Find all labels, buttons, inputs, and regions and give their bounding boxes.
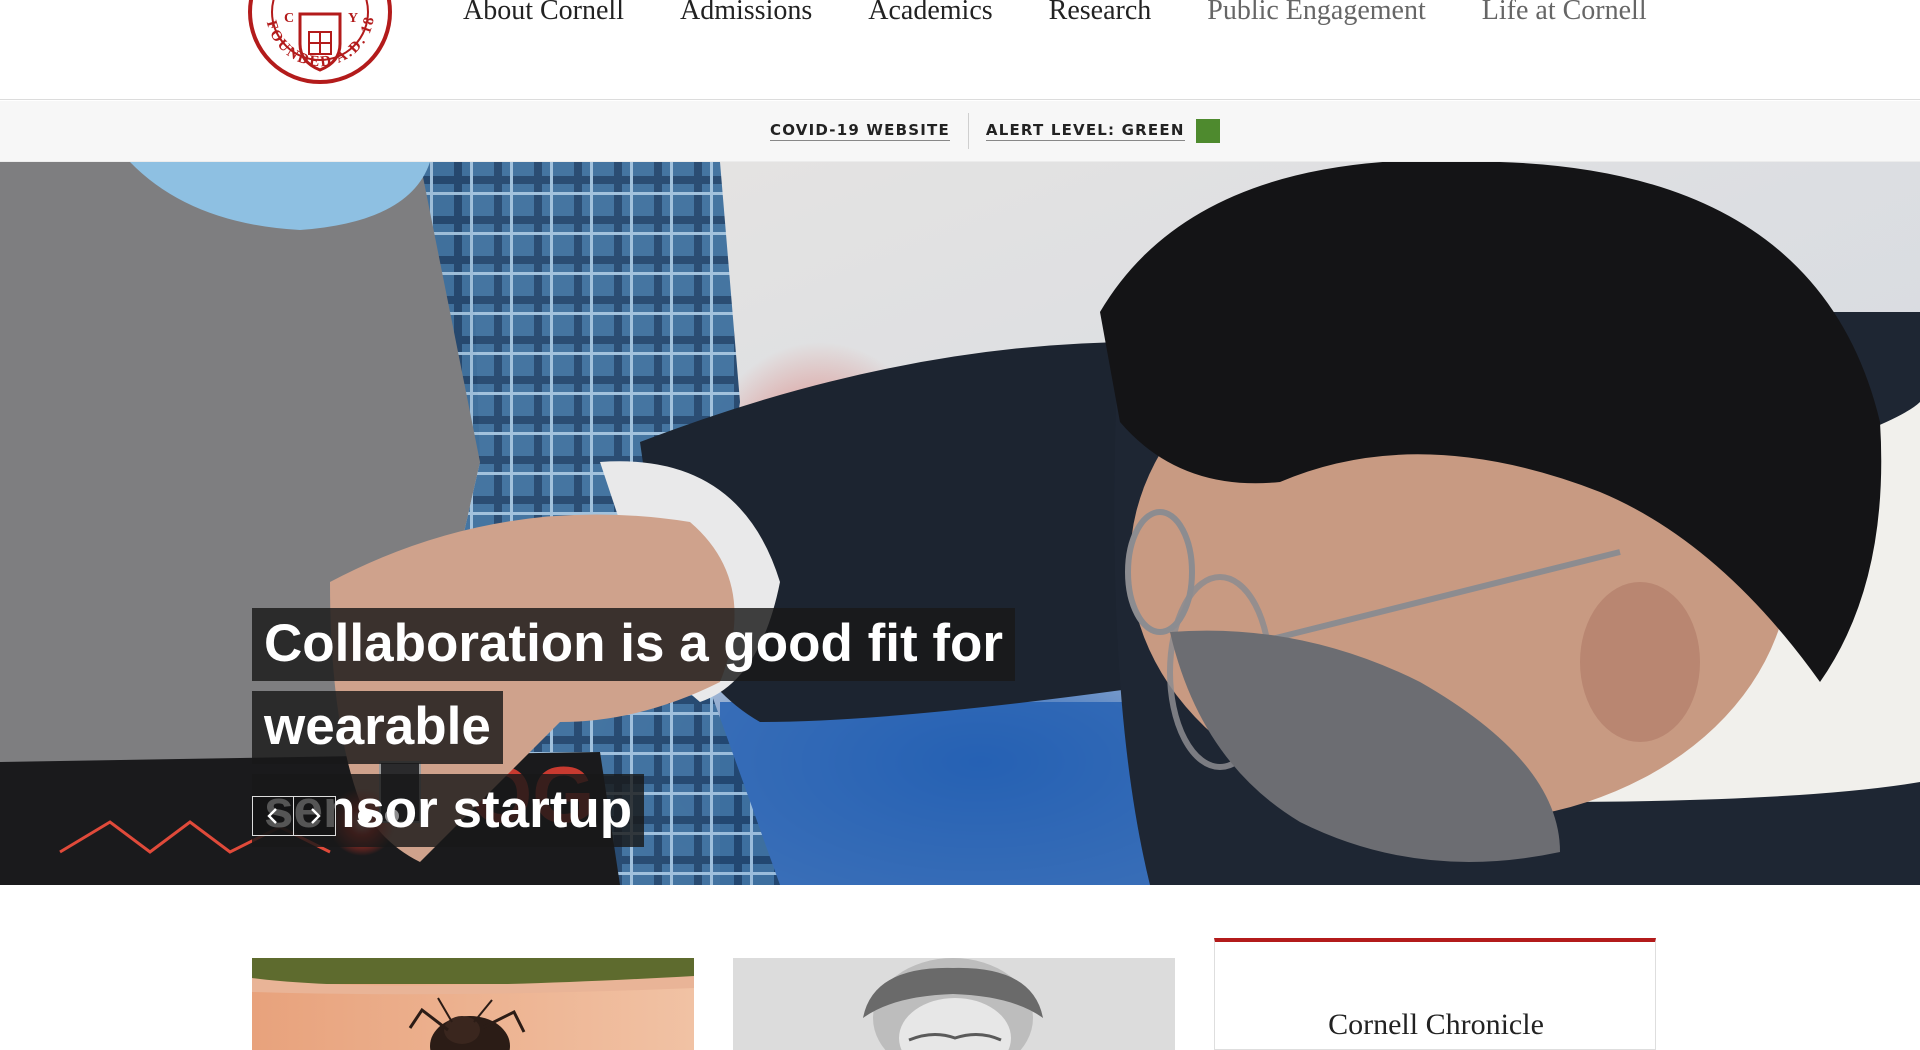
slideshow-controls (252, 796, 412, 836)
previous-slide-button[interactable] (252, 796, 294, 836)
slide-dots (358, 809, 412, 823)
chevron-right-icon (310, 808, 321, 824)
nav-academics[interactable]: Academics (868, 0, 992, 28)
news-card-portrait-image[interactable] (733, 958, 1175, 1050)
nav-life-at-cornell[interactable]: Life at Cornell (1482, 0, 1647, 28)
svg-text:C: C (284, 11, 294, 26)
chevron-left-icon (267, 808, 277, 824)
alert-divider (967, 113, 969, 149)
alert-level-swatch (1195, 119, 1220, 143)
hero-headline-line1[interactable]: Collaboration is a good fit for wearable (252, 608, 1016, 764)
covid-website-link[interactable]: COVID-19 WEBSITE (770, 121, 950, 141)
site-header: FOUNDED A.D. 1865 C Y About Cornell Admi… (0, 0, 1920, 100)
hero-slideshow: OG Collaboration is a good fit for weara… (0, 162, 1920, 885)
slide-dot-1[interactable] (358, 809, 372, 823)
svg-text:Y: Y (348, 11, 358, 26)
main-nav: About Cornell Admissions Academics Resea… (463, 0, 1647, 28)
nav-public-engagement[interactable]: Public Engagement (1207, 0, 1426, 28)
nav-about-cornell[interactable]: About Cornell (463, 0, 624, 28)
cornell-chronicle-panel: Cornell Chronicle (1214, 938, 1656, 1050)
next-slide-button[interactable] (294, 796, 336, 836)
cornell-seal-logo[interactable]: FOUNDED A.D. 1865 C Y (241, 0, 394, 86)
alert-level-link[interactable]: ALERT LEVEL: GREEN (985, 121, 1185, 141)
cornell-seal-icon: FOUNDED A.D. 1865 C Y (241, 0, 392, 84)
nav-admissions[interactable]: Admissions (680, 0, 812, 28)
ant-photo (252, 958, 694, 1050)
news-card-ant-image[interactable] (252, 958, 694, 1050)
chronicle-title[interactable]: Cornell Chronicle (1215, 1008, 1657, 1042)
slide-dot-2[interactable] (385, 809, 399, 823)
portrait-photo (733, 958, 1175, 1050)
nav-research[interactable]: Research (1049, 0, 1152, 28)
covid-alert-bar: COVID-19 WEBSITE ALERT LEVEL: GREEN (0, 101, 1920, 162)
